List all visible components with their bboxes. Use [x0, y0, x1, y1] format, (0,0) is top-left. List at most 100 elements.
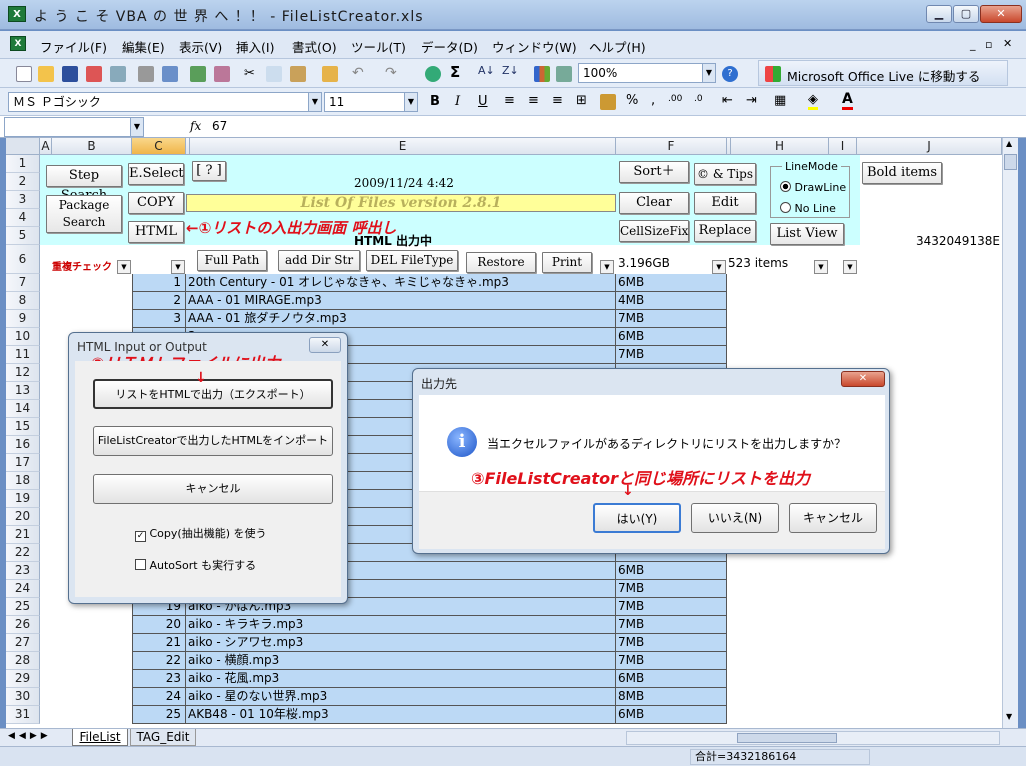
- row-header[interactable]: 25: [6, 598, 40, 616]
- package-search-button[interactable]: Package Search: [46, 195, 122, 233]
- decrease-decimal-icon[interactable]: .0: [694, 94, 703, 104]
- menu-help[interactable]: ヘルプ(H): [589, 37, 646, 56]
- row-header[interactable]: 17: [6, 454, 40, 472]
- export-html-button[interactable]: リストをHTMLで出力（エクスポート）: [93, 379, 333, 409]
- filter-dropdown-f[interactable]: ▼: [712, 260, 726, 274]
- open-icon[interactable]: [38, 66, 54, 82]
- file-size-cell[interactable]: 6MB: [616, 274, 727, 292]
- select-all-corner[interactable]: [6, 138, 40, 155]
- row-header[interactable]: 7: [6, 274, 40, 292]
- autosum-icon[interactable]: Σ: [450, 63, 460, 81]
- sort-asc-icon[interactable]: A↓: [478, 64, 495, 77]
- file-size-cell[interactable]: 7MB: [616, 580, 727, 598]
- add-dir-str-button[interactable]: add Dir Str: [278, 250, 360, 271]
- tab-nav-icons[interactable]: ◀◀▶▶: [8, 731, 52, 741]
- row-header[interactable]: 22: [6, 544, 40, 562]
- redo-icon[interactable]: ↷: [385, 65, 397, 81]
- scroll-thumb[interactable]: [1004, 154, 1017, 170]
- file-name-cell[interactable]: aiko - シアワセ.mp3: [186, 634, 616, 652]
- currency-icon[interactable]: [600, 94, 616, 110]
- increase-decimal-icon[interactable]: .00: [668, 94, 682, 104]
- filter-dropdown-h[interactable]: ▼: [814, 260, 828, 274]
- row-header[interactable]: 12: [6, 364, 40, 382]
- file-name-cell[interactable]: AAA - 01 MIRAGE.mp3: [186, 292, 616, 310]
- restore-button[interactable]: Restore: [466, 252, 536, 273]
- yes-button[interactable]: はい(Y): [593, 503, 681, 533]
- row-header[interactable]: 24: [6, 580, 40, 598]
- align-right-icon[interactable]: ≡: [552, 93, 563, 108]
- file-size-cell[interactable]: 6MB: [616, 328, 727, 346]
- align-left-icon[interactable]: ≡: [504, 93, 515, 108]
- paste-icon[interactable]: [290, 66, 306, 82]
- file-size-cell[interactable]: 7MB: [616, 616, 727, 634]
- column-header-i[interactable]: I: [829, 138, 857, 155]
- bold-icon[interactable]: B: [430, 94, 440, 109]
- file-name-cell[interactable]: AAA - 01 旅ダチノウタ.mp3: [186, 310, 616, 328]
- file-name-cell[interactable]: aiko - 星のない世界.mp3: [186, 688, 616, 706]
- list-view-button[interactable]: List View: [770, 223, 844, 245]
- increase-indent-icon[interactable]: ⇥: [746, 93, 757, 108]
- align-center-icon[interactable]: ≡: [528, 93, 539, 108]
- zoom-select[interactable]: 100% ▼: [578, 63, 716, 83]
- menu-file[interactable]: ファイル(F): [40, 37, 107, 56]
- percent-icon[interactable]: %: [626, 93, 638, 108]
- menu-data[interactable]: データ(D): [421, 37, 478, 56]
- file-size-cell[interactable]: 6MB: [616, 670, 727, 688]
- chart-wizard-icon[interactable]: [534, 66, 550, 82]
- filter-dropdown-i[interactable]: ▼: [843, 260, 857, 274]
- email-icon[interactable]: [110, 66, 126, 82]
- row-header[interactable]: 16: [6, 436, 40, 454]
- full-path-button[interactable]: Full Path: [197, 250, 267, 271]
- file-size-cell[interactable]: 7MB: [616, 310, 727, 328]
- filter-dropdown-e[interactable]: ▼: [600, 260, 614, 274]
- row-header[interactable]: 21: [6, 526, 40, 544]
- formula-input[interactable]: 67: [212, 119, 227, 133]
- row-header[interactable]: 29: [6, 670, 40, 688]
- decrease-indent-icon[interactable]: ⇤: [722, 93, 733, 108]
- scroll-up-icon[interactable]: ▲: [1006, 139, 1012, 148]
- doc-minimize-icon[interactable]: _: [970, 38, 976, 51]
- row-number-cell[interactable]: 2: [132, 292, 186, 310]
- row-header[interactable]: 4: [6, 209, 40, 227]
- print-button[interactable]: Print: [542, 252, 592, 273]
- print-icon[interactable]: [138, 66, 154, 82]
- help-button[interactable]: [ ? ]: [192, 161, 226, 181]
- close-button[interactable]: ✕: [980, 5, 1022, 23]
- fill-color-icon[interactable]: ◈: [808, 92, 818, 110]
- noline-radio[interactable]: No Line: [780, 202, 836, 215]
- html-button[interactable]: HTML: [128, 221, 184, 243]
- row-number-cell[interactable]: 21: [132, 634, 186, 652]
- dialog1-close-button[interactable]: ✕: [309, 337, 341, 353]
- row-number-cell[interactable]: 1: [132, 274, 186, 292]
- column-header-e[interactable]: E: [190, 138, 616, 155]
- row-header[interactable]: 11: [6, 346, 40, 364]
- e-select-button[interactable]: E.Select: [128, 163, 184, 185]
- file-name-cell[interactable]: AKB48 - 01 10年桜.mp3: [186, 706, 616, 724]
- file-name-cell[interactable]: aiko - キラキラ.mp3: [186, 616, 616, 634]
- help-icon[interactable]: ?: [722, 66, 738, 82]
- filter-dropdown-b[interactable]: ▼: [117, 260, 131, 274]
- drawline-radio[interactable]: DrawLine: [780, 181, 846, 194]
- save-icon[interactable]: [62, 66, 78, 82]
- cellsizefix-button[interactable]: CellSizeFix: [619, 220, 689, 242]
- dialog2-cancel-button[interactable]: キャンセル: [789, 503, 877, 533]
- new-icon[interactable]: [16, 66, 32, 82]
- row-header[interactable]: 9: [6, 310, 40, 328]
- row-header[interactable]: 30: [6, 688, 40, 706]
- spelling-icon[interactable]: [190, 66, 206, 82]
- row-header[interactable]: 8: [6, 292, 40, 310]
- copy-icon[interactable]: [266, 66, 282, 82]
- row-header[interactable]: 3: [6, 191, 40, 209]
- minimize-button[interactable]: ▁: [926, 5, 952, 23]
- comma-icon[interactable]: ,: [651, 93, 655, 108]
- row-header[interactable]: 20: [6, 508, 40, 526]
- permission-icon[interactable]: [86, 66, 102, 82]
- file-size-cell[interactable]: 6MB: [616, 706, 727, 724]
- font-name-select[interactable]: ＭＳ Ｐゴシック ▼: [8, 92, 322, 112]
- file-size-cell[interactable]: 6MB: [616, 562, 727, 580]
- office-live-link[interactable]: Microsoft Office Live に移動する: [787, 66, 980, 85]
- row-number-cell[interactable]: 3: [132, 310, 186, 328]
- row-header[interactable]: 13: [6, 382, 40, 400]
- no-button[interactable]: いいえ(N): [691, 503, 779, 533]
- borders-icon[interactable]: ▦: [774, 93, 786, 108]
